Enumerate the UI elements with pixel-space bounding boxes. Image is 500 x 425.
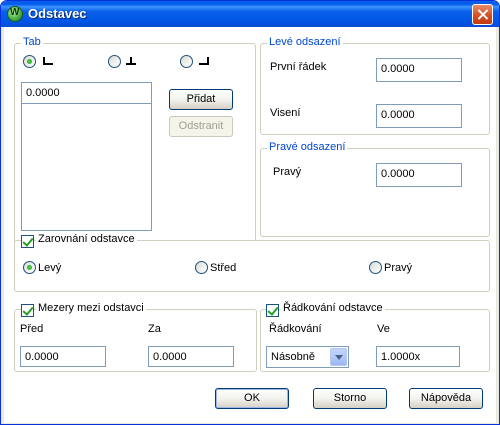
hanging-input[interactable]: 0.0000 (376, 104, 462, 128)
align-center-radio[interactable] (195, 261, 208, 274)
window-title: Odstavec (28, 6, 87, 21)
before-label: Před (20, 323, 44, 335)
left-tab-icon (43, 57, 53, 65)
dialog-content: Tab 0.0000 Přidat Odstranit Levé odsazen… (4, 27, 496, 423)
first-line-input[interactable]: 0.0000 (376, 58, 462, 82)
align-left-label: Levý (38, 262, 62, 274)
before-input[interactable]: 0.0000 (20, 346, 106, 367)
tab-group: Tab 0.0000 Přidat Odstranit (14, 36, 256, 265)
spacing-label: Mezery mezi odstavci (36, 302, 146, 314)
line-spacing-label: Řádkování odstavce (281, 302, 385, 314)
help-button[interactable]: Nápověda (409, 388, 483, 409)
align-left-radio[interactable] (23, 261, 36, 274)
tab-legend: Tab (21, 36, 43, 48)
tab-type-center-radio[interactable] (108, 55, 121, 68)
after-input[interactable]: 0.0000 (148, 346, 234, 367)
line-spacing-mode-label: Řádkování (269, 323, 322, 335)
line-spacing-mode-select[interactable]: Násobně (266, 346, 349, 368)
right-indent-legend: Pravé odsazení (267, 141, 348, 153)
tab-stops-list[interactable] (21, 103, 152, 231)
tab-type-left-radio[interactable] (23, 55, 36, 68)
right-tab-icon (199, 57, 209, 65)
right-indent-input[interactable]: 0.0000 (376, 163, 462, 187)
align-right-label: Pravý (384, 262, 413, 274)
line-spacing-checkbox[interactable] (266, 304, 279, 317)
right-indent-label: Pravý (273, 166, 302, 178)
left-indent-group: Levé odsazení První řádek 0.0000 Visení … (260, 36, 490, 135)
line-spacing-group: Řádkování odstavce Řádkování Násobně Ve … (260, 302, 490, 372)
title-bar[interactable]: Odstavec (1, 1, 499, 27)
dialog-window: Odstavec Tab 0.0000 Přidat Odstranit Lev… (0, 0, 500, 425)
spacing-checkbox[interactable] (21, 304, 34, 317)
tab-position-input[interactable]: 0.0000 (21, 82, 152, 104)
alignment-group: Zarovnání odstavce Levý Střed Pravý (14, 233, 490, 292)
hanging-label: Visení (270, 107, 301, 119)
line-spacing-mode-value: Násobně (271, 351, 316, 363)
left-indent-legend: Levé odsazení (267, 36, 343, 48)
tab-type-right-radio[interactable] (180, 55, 193, 68)
app-icon (7, 6, 23, 22)
spacing-group: Mezery mezi odstavci Před 0.0000 Za 0.00… (14, 302, 257, 372)
first-line-label: První řádek (270, 61, 327, 73)
remove-tab-button[interactable]: Odstranit (169, 116, 233, 137)
align-center-label: Střed (210, 262, 237, 274)
add-tab-button[interactable]: Přidat (169, 89, 233, 110)
center-tab-icon (126, 57, 136, 65)
alignment-label: Zarovnání odstavce (36, 233, 137, 245)
after-label: Za (148, 323, 161, 335)
line-spacing-at-label: Ve (377, 323, 390, 335)
line-spacing-at-input[interactable]: 1.0000x (376, 346, 460, 367)
cancel-button[interactable]: Storno (313, 388, 387, 409)
chevron-down-icon[interactable] (330, 348, 347, 366)
close-button[interactable] (472, 4, 493, 25)
right-indent-group: Pravé odsazení Pravý 0.0000 (260, 141, 490, 237)
align-right-radio[interactable] (369, 261, 382, 274)
ok-button[interactable]: OK (215, 388, 289, 409)
alignment-checkbox[interactable] (21, 235, 34, 248)
